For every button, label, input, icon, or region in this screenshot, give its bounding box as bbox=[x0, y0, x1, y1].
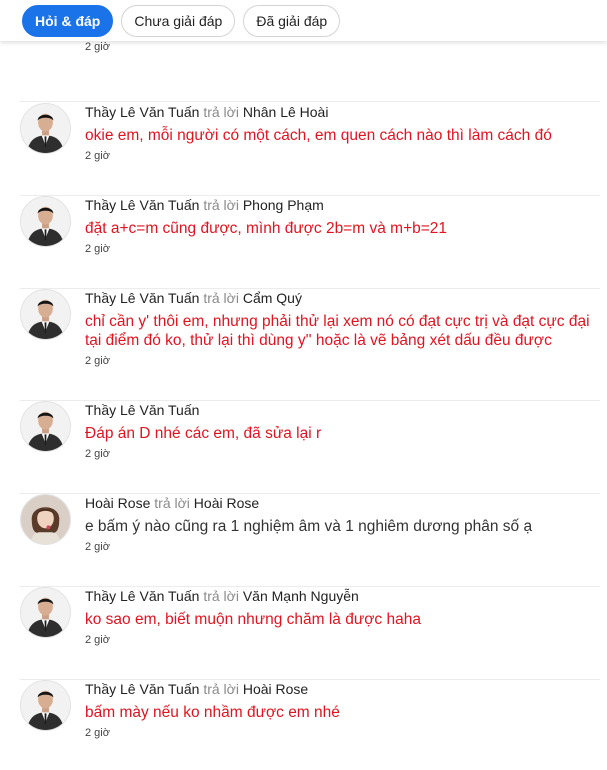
comment-text: bấm mày nếu ko nhầm được em nhé bbox=[85, 704, 340, 721]
comment-author[interactable]: Thầy Lê Văn Tuấn bbox=[85, 290, 199, 306]
comment-meta: Hoài Rose trả lời Hoài Rose bbox=[85, 494, 600, 512]
reply-to-name[interactable]: Phong Phạm bbox=[243, 197, 324, 213]
comment-meta: Thầy Lê Văn Tuấn bbox=[85, 401, 600, 419]
comment-item: Thầy Lê Văn Tuấn Đáp án D nhé các em, đã … bbox=[20, 401, 600, 494]
reply-word: trả lời bbox=[203, 197, 239, 213]
comment-body: Thầy Lê Văn Tuấn trả lời Hoài Rose bấm mà… bbox=[85, 680, 600, 739]
reply-to-name[interactable]: Nhân Lê Hoài bbox=[243, 104, 329, 120]
reply-to-name[interactable]: Cẩm Quý bbox=[243, 290, 302, 306]
reply-word: trả lời bbox=[203, 588, 239, 604]
comment-time: 2 giờ bbox=[85, 355, 110, 367]
comment-time: 2 giờ bbox=[85, 541, 110, 553]
comment-meta: Thầy Lê Văn Tuấn trả lời Hoài Rose bbox=[85, 680, 600, 698]
comment-text: chỉ cần y' thôi em, nhưng phải thử lại x… bbox=[85, 313, 590, 349]
comment-author[interactable]: Thầy Lê Văn Tuấn bbox=[85, 681, 199, 697]
tab-unanswered[interactable]: Chưa giải đáp bbox=[121, 4, 236, 37]
comment-author[interactable]: Thầy Lê Văn Tuấn bbox=[85, 402, 199, 418]
comment-body: Thầy Lê Văn Tuấn Đáp án D nhé các em, đã … bbox=[85, 401, 600, 460]
comment-author[interactable]: Thầy Lê Văn Tuấn bbox=[85, 588, 199, 604]
comment-item: Thầy Lê Văn Tuấn trả lời Văn Mạnh Nguyễn… bbox=[20, 587, 600, 680]
qa-tab-bar: Hỏi & đáp Chưa giải đáp Đã giải đáp bbox=[0, 0, 607, 41]
reply-word: trả lời bbox=[203, 104, 239, 120]
avatar[interactable] bbox=[20, 401, 71, 452]
reply-to-name[interactable]: Hoài Rose bbox=[243, 681, 308, 697]
avatar[interactable] bbox=[20, 680, 71, 731]
comment-text: ko sao em, biết muộn nhưng chăm là được … bbox=[85, 611, 421, 628]
reply-to-name[interactable]: Văn Mạnh Nguyễn bbox=[243, 588, 359, 604]
comment-body: Thầy Lê Văn Tuấn trả lời Nhân Lê Hoài oki… bbox=[85, 103, 600, 162]
comment-body: Thầy Lê Văn Tuấn trả lời Phong Phạm đặt a… bbox=[85, 196, 600, 255]
avatar[interactable] bbox=[20, 289, 71, 340]
teacher-avatar-image bbox=[21, 588, 70, 637]
comment-time: 2 giờ bbox=[85, 243, 110, 255]
tab-answered[interactable]: Đã giải đáp bbox=[243, 4, 341, 37]
comment-author[interactable]: Thầy Lê Văn Tuấn bbox=[85, 197, 199, 213]
comment-body: Hoài Rose trả lời Hoài Rose e bấm ý nào c… bbox=[85, 494, 600, 553]
comment-text: Đáp án D nhé các em, đã sửa lại r bbox=[85, 425, 322, 442]
comment-meta: Thầy Lê Văn Tuấn trả lời Cẩm Quý bbox=[85, 289, 600, 307]
comment-time: 2 giờ bbox=[85, 727, 110, 739]
reply-word: trả lời bbox=[154, 495, 190, 511]
reply-to-name[interactable]: Hoài Rose bbox=[194, 495, 259, 511]
avatar[interactable] bbox=[20, 494, 71, 545]
avatar[interactable] bbox=[20, 103, 71, 154]
avatar[interactable] bbox=[20, 196, 71, 247]
comment-item: Thầy Lê Văn Tuấn trả lời Cẩm Quý chỉ cần … bbox=[20, 289, 600, 401]
comment-time: 2 giờ bbox=[85, 448, 110, 460]
reply-word: trả lời bbox=[203, 290, 239, 306]
comment-item: Hoài Rose trả lời Hoài Rose e bấm ý nào c… bbox=[20, 494, 600, 587]
reply-word: trả lời bbox=[203, 681, 239, 697]
comment-item: Thầy Lê Văn Tuấn trả lời Phong Phạm đặt a… bbox=[20, 196, 600, 289]
comment-item: Thầy Lê Văn Tuấn trả lời Hoài Rose bấm mà… bbox=[20, 680, 600, 770]
comment-body: Thầy Lê Văn Tuấn trả lời Cẩm Quý chỉ cần … bbox=[85, 289, 600, 367]
teacher-avatar-image bbox=[21, 681, 70, 730]
comment-meta: Thầy Lê Văn Tuấn trả lời Văn Mạnh Nguyễn bbox=[85, 587, 600, 605]
comment-body: Thầy Lê Văn Tuấn trả lời Văn Mạnh Nguyễn… bbox=[85, 587, 600, 646]
comment-time: 2 giờ bbox=[85, 41, 110, 53]
tab-qa[interactable]: Hỏi & đáp bbox=[22, 4, 114, 37]
comment-text: đặt a+c=m cũng được, mình được 2b=m và m… bbox=[85, 220, 448, 237]
comment-item: Thầy Lê Văn Tuấn trả lời Nhân Lê Hoài oki… bbox=[20, 103, 600, 196]
teacher-avatar-image bbox=[21, 290, 70, 339]
teacher-avatar-image bbox=[21, 104, 70, 153]
comment-meta: Thầy Lê Văn Tuấn trả lời Phong Phạm bbox=[85, 196, 600, 214]
teacher-avatar-image bbox=[21, 197, 70, 246]
comment-author[interactable]: Hoài Rose bbox=[85, 495, 150, 511]
comment-text: e bấm ý nào cũng ra 1 nghiệm âm và 1 ngh… bbox=[85, 518, 533, 535]
comment-meta: Thầy Lê Văn Tuấn trả lời Nhân Lê Hoài bbox=[85, 103, 600, 121]
comment-text: okie em, mỗi người có một cách, em quen … bbox=[85, 127, 552, 144]
comment-time: 2 giờ bbox=[85, 150, 110, 162]
qa-page: có thể nó hơi xem chấm lần pi thì vẫn là… bbox=[0, 0, 607, 770]
comment-time: 2 giờ bbox=[85, 634, 110, 646]
teacher-avatar-image bbox=[21, 402, 70, 451]
avatar[interactable] bbox=[20, 587, 71, 638]
student-avatar-image bbox=[21, 495, 70, 544]
comment-author[interactable]: Thầy Lê Văn Tuấn bbox=[85, 104, 199, 120]
